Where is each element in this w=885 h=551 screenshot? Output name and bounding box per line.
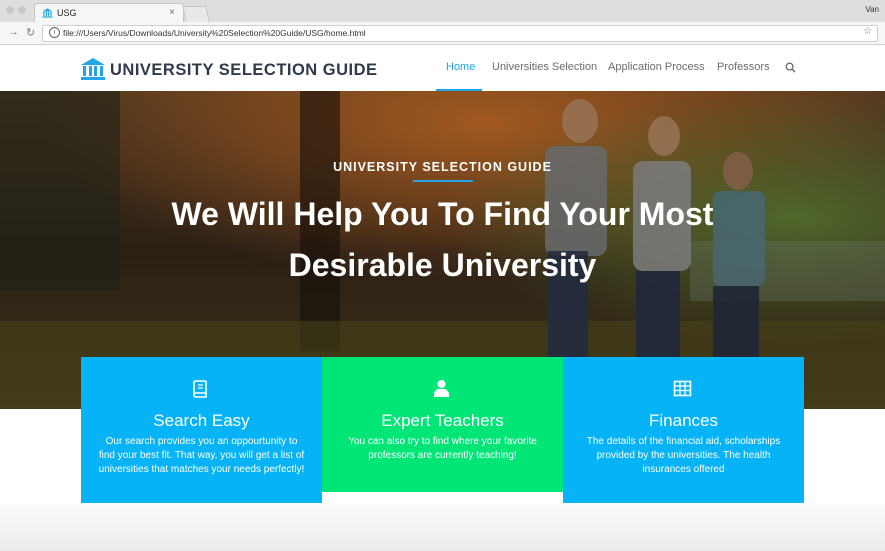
feature-title: Search Easy	[153, 411, 250, 430]
feature-card-finances[interactable]: Finances The details of the financial ai…	[563, 357, 804, 503]
feature-description: You can also try to find where your favo…	[348, 436, 537, 461]
nav-universities-selection[interactable]: Universities Selection	[492, 61, 597, 73]
bookmark-star-icon[interactable]: ☆	[863, 26, 872, 37]
hero-divider	[413, 180, 473, 182]
nav-application-process[interactable]: Application Process	[608, 61, 705, 73]
address-bar[interactable]: i file:///Users/Virus/Downloads/Universi…	[42, 25, 878, 42]
profile-name[interactable]: Van	[865, 5, 879, 14]
nav-home[interactable]: Home	[446, 61, 475, 73]
book-icon	[193, 380, 207, 398]
feature-card-search-easy[interactable]: Search Easy Our search provides you an o…	[81, 357, 322, 503]
table-icon	[673, 380, 692, 397]
browser-tab-strip: USG × Van	[0, 0, 885, 23]
feature-card-expert-teachers[interactable]: Expert Teachers You can also try to find…	[322, 357, 563, 492]
hero-heading: We Will Help You To Find Your Most Desir…	[171, 196, 714, 283]
bank-icon	[42, 8, 53, 18]
info-icon[interactable]: i	[49, 27, 60, 38]
feature-description: The details of the financial aid, schola…	[586, 436, 781, 475]
page-bottom-area	[0, 504, 885, 551]
nav-professors[interactable]: Professors	[717, 61, 770, 73]
window-close-button[interactable]	[6, 6, 14, 14]
search-icon[interactable]	[785, 62, 796, 73]
site-brand[interactable]: UNIVERSITY SELECTION GUIDE	[110, 61, 378, 80]
bank-logo-icon[interactable]	[80, 57, 106, 81]
web-page: UNIVERSITY SELECTION GUIDE Home Universi…	[0, 45, 885, 551]
browser-toolbar: → ↻ i file:///Users/Virus/Downloads/Univ…	[0, 22, 885, 45]
window-minimize-button[interactable]	[18, 6, 26, 14]
tab-close-icon[interactable]: ×	[169, 7, 175, 18]
feature-description: Our search provides you an oppourtunity …	[98, 436, 305, 475]
new-tab-button[interactable]	[182, 6, 210, 22]
user-icon	[434, 380, 449, 397]
reload-icon[interactable]: ↻	[26, 26, 35, 39]
browser-tab[interactable]: USG ×	[34, 3, 184, 23]
site-header: UNIVERSITY SELECTION GUIDE Home Universi…	[0, 45, 885, 91]
back-arrow-icon[interactable]: →	[8, 26, 19, 38]
feature-title: Finances	[649, 411, 718, 430]
url-text[interactable]: file:///Users/Virus/Downloads/University…	[63, 28, 366, 38]
tab-title: USG	[57, 8, 77, 18]
hero-subtitle: UNIVERSITY SELECTION GUIDE	[333, 160, 552, 174]
feature-title: Expert Teachers	[381, 411, 504, 430]
